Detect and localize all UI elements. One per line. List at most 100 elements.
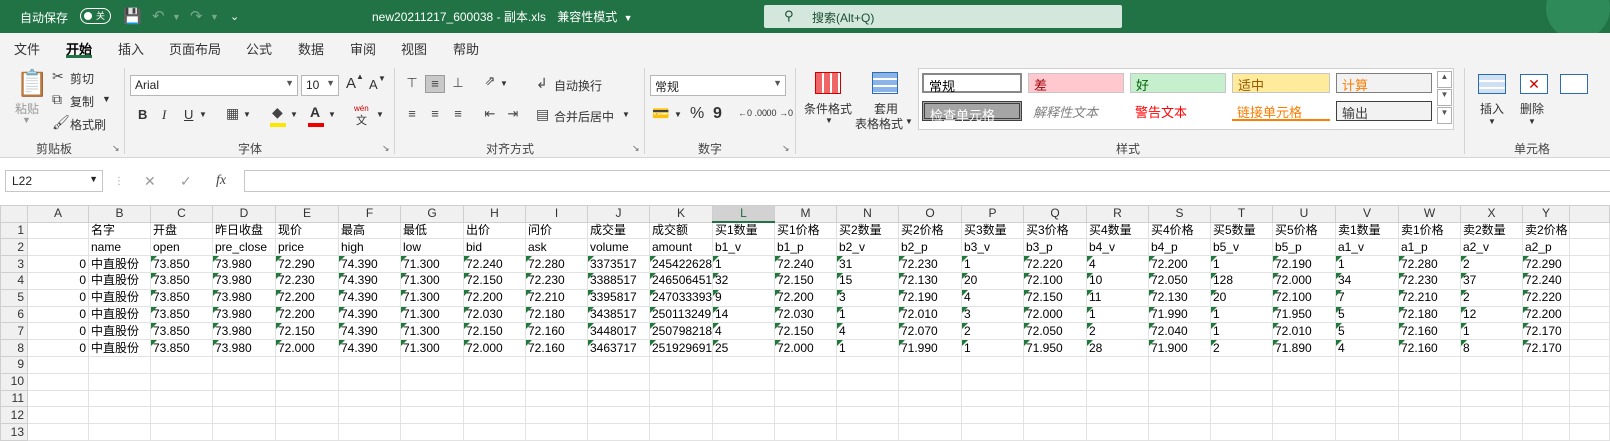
column-header-q[interactable]: Q bbox=[1023, 205, 1087, 223]
fill-color-chevron-icon[interactable]: ▼ bbox=[290, 110, 298, 119]
style-neutral[interactable]: 适中 bbox=[1232, 73, 1330, 93]
cell-i8[interactable]: 72.160 bbox=[525, 339, 588, 357]
cell-h1[interactable]: 出价 bbox=[463, 221, 526, 240]
cell-x7[interactable]: 1 bbox=[1460, 322, 1523, 341]
column-header-d[interactable]: D bbox=[212, 205, 276, 223]
cell-p11[interactable] bbox=[961, 389, 1024, 408]
column-header-t[interactable]: T bbox=[1210, 205, 1273, 223]
cell-w5[interactable]: 72.210 bbox=[1398, 288, 1461, 307]
cell-n10[interactable] bbox=[836, 372, 899, 391]
align-right-icon[interactable]: ≡ bbox=[448, 106, 468, 124]
phonetic-chevron-icon[interactable]: ▼ bbox=[376, 110, 384, 119]
cell-q5[interactable]: 72.150 bbox=[1023, 288, 1087, 307]
cell-d1[interactable]: 昨日收盘 bbox=[212, 221, 276, 240]
cell-n6[interactable]: 1 bbox=[836, 305, 899, 324]
cell-s2[interactable]: b4_p bbox=[1148, 238, 1211, 257]
redo-icon[interactable]: ↷ bbox=[190, 7, 203, 25]
cell-c6[interactable]: 73.850 bbox=[150, 305, 213, 324]
cell-c11[interactable] bbox=[150, 389, 213, 408]
row-header[interactable]: 8 bbox=[0, 339, 28, 357]
cell-e9[interactable] bbox=[275, 355, 339, 374]
cell-u5[interactable]: 72.100 bbox=[1272, 288, 1336, 307]
tab-help[interactable]: 帮助 bbox=[453, 39, 479, 58]
cell-c8[interactable]: 73.850 bbox=[150, 339, 213, 357]
cell-f2[interactable]: high bbox=[338, 238, 401, 257]
cell-v6[interactable]: 5 bbox=[1335, 305, 1399, 324]
cell-k2[interactable]: amount bbox=[649, 238, 713, 257]
accounting-chevron-icon[interactable]: ▼ bbox=[674, 110, 682, 119]
cell-h6[interactable]: 72.030 bbox=[463, 305, 526, 324]
cell-l5[interactable]: 9 bbox=[712, 288, 775, 307]
column-header-y[interactable]: Y bbox=[1522, 205, 1570, 223]
cell-t10[interactable] bbox=[1210, 372, 1273, 391]
column-header-k[interactable]: K bbox=[649, 205, 713, 223]
cell-x3[interactable]: 2 bbox=[1460, 255, 1523, 274]
cell-b1[interactable]: 名字 bbox=[88, 221, 151, 240]
cell-c1[interactable]: 开盘 bbox=[150, 221, 213, 240]
cell-q13[interactable] bbox=[1023, 423, 1087, 441]
cell-b5[interactable]: 中直股份 bbox=[88, 288, 151, 307]
tab-review[interactable]: 审阅 bbox=[350, 39, 376, 58]
style-normal[interactable]: 常规 bbox=[922, 73, 1022, 94]
cell-y5[interactable]: 72.220 bbox=[1522, 288, 1570, 307]
cell-k9[interactable] bbox=[649, 355, 713, 374]
cell-i3[interactable]: 72.280 bbox=[525, 255, 588, 274]
row-header[interactable]: 1 bbox=[0, 221, 28, 240]
cell-r1[interactable]: 买4数量 bbox=[1086, 221, 1149, 240]
cell-d5[interactable]: 73.980 bbox=[212, 288, 276, 307]
cell-l10[interactable] bbox=[712, 372, 775, 391]
cell-u2[interactable]: b5_p bbox=[1272, 238, 1336, 257]
cell-p2[interactable]: b3_v bbox=[961, 238, 1024, 257]
row-header[interactable]: 11 bbox=[0, 389, 28, 408]
cell-p9[interactable] bbox=[961, 355, 1024, 374]
cell-a6[interactable]: 0 bbox=[27, 305, 89, 324]
cell-r9[interactable] bbox=[1086, 355, 1149, 374]
cell-j8[interactable]: 3463717 bbox=[587, 339, 650, 357]
redo-dropdown-icon[interactable]: ▼ bbox=[210, 12, 219, 22]
style-check-cell[interactable]: 检查单元格 bbox=[922, 101, 1022, 123]
cell-o12[interactable] bbox=[898, 406, 962, 425]
cell-o7[interactable]: 72.070 bbox=[898, 322, 962, 341]
cell-d11[interactable] bbox=[212, 389, 276, 408]
tab-file[interactable]: 文件 bbox=[14, 39, 40, 58]
cell-k4[interactable]: 246506451 bbox=[649, 272, 713, 290]
cell-k5[interactable]: 247033393 bbox=[649, 288, 713, 307]
column-header-b[interactable]: B bbox=[88, 205, 151, 223]
cell-m4[interactable]: 72.150 bbox=[774, 272, 837, 290]
cell-v13[interactable] bbox=[1335, 423, 1399, 441]
gallery-down-icon[interactable]: ▼ bbox=[1437, 89, 1452, 106]
cell-p7[interactable]: 2 bbox=[961, 322, 1024, 341]
align-bottom-icon[interactable]: ⊥ bbox=[448, 75, 468, 93]
cell-p6[interactable]: 3 bbox=[961, 305, 1024, 324]
cell-j6[interactable]: 3438517 bbox=[587, 305, 650, 324]
row-header[interactable]: 13 bbox=[0, 423, 28, 441]
cell-d8[interactable]: 73.980 bbox=[212, 339, 276, 357]
cell-e3[interactable]: 72.290 bbox=[275, 255, 339, 274]
save-icon[interactable]: 💾 bbox=[123, 7, 142, 25]
align-left-icon[interactable]: ≡ bbox=[402, 106, 422, 124]
cell-v11[interactable] bbox=[1335, 389, 1399, 408]
cell-t11[interactable] bbox=[1210, 389, 1273, 408]
cell-h7[interactable]: 72.150 bbox=[463, 322, 526, 341]
cell-b3[interactable]: 中直股份 bbox=[88, 255, 151, 274]
conditional-format-button[interactable]: 条件格式 bbox=[804, 100, 852, 117]
comma-style-button[interactable]: 9 bbox=[713, 105, 722, 123]
cell-r13[interactable] bbox=[1086, 423, 1149, 441]
cell-s12[interactable] bbox=[1148, 406, 1211, 425]
cell-d9[interactable] bbox=[212, 355, 276, 374]
cell-p1[interactable]: 买3数量 bbox=[961, 221, 1024, 240]
cell-i7[interactable]: 72.160 bbox=[525, 322, 588, 341]
cell-c5[interactable]: 73.850 bbox=[150, 288, 213, 307]
format-as-table-icon[interactable] bbox=[872, 72, 898, 94]
cell-s6[interactable]: 71.990 bbox=[1148, 305, 1211, 324]
font-launcher-icon[interactable]: ↘ bbox=[382, 143, 390, 154]
italic-button[interactable]: I bbox=[162, 107, 166, 123]
cell-i2[interactable]: ask bbox=[525, 238, 588, 257]
select-all-corner[interactable] bbox=[0, 205, 28, 223]
cell-u7[interactable]: 72.010 bbox=[1272, 322, 1336, 341]
font-color-icon[interactable]: A bbox=[310, 104, 320, 120]
cell-j3[interactable]: 3373517 bbox=[587, 255, 650, 274]
cell-n7[interactable]: 4 bbox=[836, 322, 899, 341]
cell-y13[interactable] bbox=[1522, 423, 1570, 441]
column-header-e[interactable]: E bbox=[275, 205, 339, 223]
